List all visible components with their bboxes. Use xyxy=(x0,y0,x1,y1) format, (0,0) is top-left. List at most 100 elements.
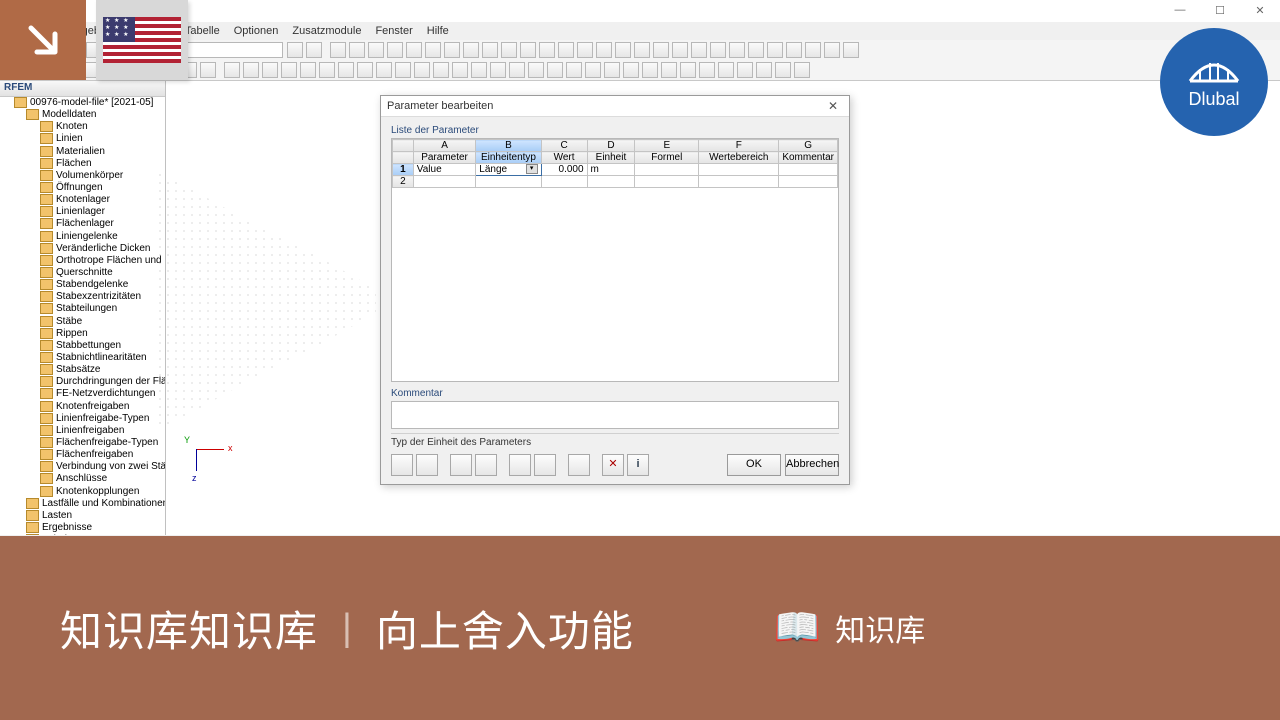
tree-item[interactable]: Flächen xyxy=(0,158,165,170)
menu-item-optionen[interactable]: Optionen xyxy=(228,24,285,38)
tree-item[interactable]: Knotenfreigaben xyxy=(0,401,165,413)
cell-kommentar[interactable] xyxy=(779,164,838,176)
tree-item[interactable]: Schnitte xyxy=(0,534,165,535)
toolbar-button[interactable] xyxy=(585,62,601,78)
toolbar-button[interactable] xyxy=(528,62,544,78)
tree-item[interactable]: Knotenlager xyxy=(0,194,165,206)
tree-item[interactable]: Anschlüsse xyxy=(0,473,165,485)
toolbar-button[interactable] xyxy=(357,62,373,78)
tree-item[interactable]: Knoten xyxy=(0,121,165,133)
tree-item[interactable]: Stabbettungen xyxy=(0,340,165,352)
tool-button[interactable] xyxy=(568,454,590,476)
menu-item-hilfe[interactable]: Hilfe xyxy=(421,24,455,38)
toolbar-button[interactable] xyxy=(306,42,322,58)
toolbar-button[interactable] xyxy=(558,42,574,58)
tree-item[interactable]: Linienlager xyxy=(0,206,165,218)
tree-item[interactable]: Flächenfreigaben xyxy=(0,449,165,461)
toolbar-button[interactable] xyxy=(287,42,303,58)
toolbar-button[interactable] xyxy=(756,62,772,78)
toolbar-button[interactable] xyxy=(539,42,555,58)
hdr-einheit[interactable]: Einheit xyxy=(587,152,635,164)
toolbar-button[interactable] xyxy=(319,62,335,78)
tree-item[interactable]: Liniengelenke xyxy=(0,231,165,243)
toolbar-button[interactable] xyxy=(680,62,696,78)
close-button[interactable]: ✕ xyxy=(1240,0,1280,20)
toolbar-button[interactable] xyxy=(395,62,411,78)
tree-item[interactable]: Flächenlager xyxy=(0,218,165,230)
tree-item[interactable]: Stabnichtlinearitäten xyxy=(0,352,165,364)
tree-item[interactable]: Stabexzentrizitäten xyxy=(0,291,165,303)
toolbar-button[interactable] xyxy=(729,42,745,58)
toolbar-button[interactable] xyxy=(387,42,403,58)
toolbar-button[interactable] xyxy=(368,42,384,58)
cell-formel[interactable] xyxy=(635,164,699,176)
row-number[interactable]: 1 xyxy=(393,164,414,176)
tool-button[interactable] xyxy=(391,454,413,476)
toolbar-button[interactable] xyxy=(349,42,365,58)
tree-item[interactable]: Lastfälle und Kombinationen xyxy=(0,498,165,510)
hdr-wertebereich[interactable]: Wertebereich xyxy=(699,152,779,164)
toolbar-button[interactable] xyxy=(243,62,259,78)
col-letter-C[interactable]: C xyxy=(541,140,587,152)
grid-row-2[interactable]: 2 xyxy=(393,176,838,188)
toolbar-button[interactable] xyxy=(691,42,707,58)
cell-wertebereich[interactable] xyxy=(699,164,779,176)
cell-einheit[interactable]: m xyxy=(587,164,635,176)
delete-button[interactable]: ✕ xyxy=(602,454,624,476)
toolbar-button[interactable] xyxy=(330,42,346,58)
toolbar-button[interactable] xyxy=(672,42,688,58)
tree-item[interactable]: Linienfreigabe-Typen xyxy=(0,413,165,425)
toolbar-button[interactable] xyxy=(843,42,859,58)
tree-item[interactable]: Öffnungen xyxy=(0,182,165,194)
minimize-button[interactable]: — xyxy=(1160,0,1200,20)
tree-item[interactable]: Stabendgelenke xyxy=(0,279,165,291)
toolbar-button[interactable] xyxy=(509,62,525,78)
toolbar-button[interactable] xyxy=(300,62,316,78)
toolbar-button[interactable] xyxy=(767,42,783,58)
tree-item[interactable]: Volumenkörper xyxy=(0,170,165,182)
col-letter-A[interactable]: A xyxy=(413,140,476,152)
toolbar-button[interactable] xyxy=(406,42,422,58)
tree-item[interactable]: Stäbe xyxy=(0,316,165,328)
toolbar-button[interactable] xyxy=(661,62,677,78)
row-number[interactable]: 2 xyxy=(393,176,414,188)
toolbar-button[interactable] xyxy=(425,42,441,58)
toolbar-button[interactable] xyxy=(463,42,479,58)
toolbar-button[interactable] xyxy=(623,62,639,78)
tool-button[interactable] xyxy=(509,454,531,476)
toolbar-button[interactable] xyxy=(520,42,536,58)
cell-wert[interactable]: 0.000 xyxy=(541,164,587,176)
menu-item-zusatzmodule[interactable]: Zusatzmodule xyxy=(286,24,367,38)
ok-button[interactable]: OK xyxy=(727,454,781,476)
toolbar-button[interactable] xyxy=(653,42,669,58)
grid-row-1[interactable]: 1 Value Länge▾ 0.000 m xyxy=(393,164,838,176)
toolbar-button[interactable] xyxy=(338,62,354,78)
tree-item[interactable]: FE-Netzverdichtungen xyxy=(0,388,165,400)
toolbar-button[interactable] xyxy=(262,62,278,78)
tree-item[interactable]: Lasten xyxy=(0,510,165,522)
toolbar-button[interactable] xyxy=(452,62,468,78)
toolbar-button[interactable] xyxy=(596,42,612,58)
toolbar-button[interactable] xyxy=(501,42,517,58)
tree-item[interactable]: Materialien xyxy=(0,146,165,158)
dialog-close-button[interactable]: ✕ xyxy=(823,99,843,113)
hdr-kommentar[interactable]: Kommentar xyxy=(779,152,838,164)
tree-item[interactable]: Orthotrope Flächen und Mem xyxy=(0,255,165,267)
toolbar-button[interactable] xyxy=(737,62,753,78)
tool-button[interactable] xyxy=(475,454,497,476)
cell-einheitentyp[interactable]: Länge▾ xyxy=(476,164,541,176)
tree-item[interactable]: Rippen xyxy=(0,328,165,340)
hdr-einheitentyp[interactable]: Einheitentyp xyxy=(476,152,541,164)
toolbar-button[interactable] xyxy=(444,42,460,58)
kommentar-input[interactable] xyxy=(391,401,839,429)
cell-parameter[interactable]: Value xyxy=(413,164,476,176)
tree-item[interactable]: Stabsätze xyxy=(0,364,165,376)
toolbar-button[interactable] xyxy=(615,42,631,58)
tool-button[interactable] xyxy=(450,454,472,476)
toolbar-button[interactable] xyxy=(805,42,821,58)
toolbar-button[interactable] xyxy=(482,42,498,58)
tool-button[interactable] xyxy=(534,454,556,476)
toolbar-button[interactable] xyxy=(775,62,791,78)
tree-item[interactable]: Stabteilungen xyxy=(0,303,165,315)
toolbar-button[interactable] xyxy=(748,42,764,58)
